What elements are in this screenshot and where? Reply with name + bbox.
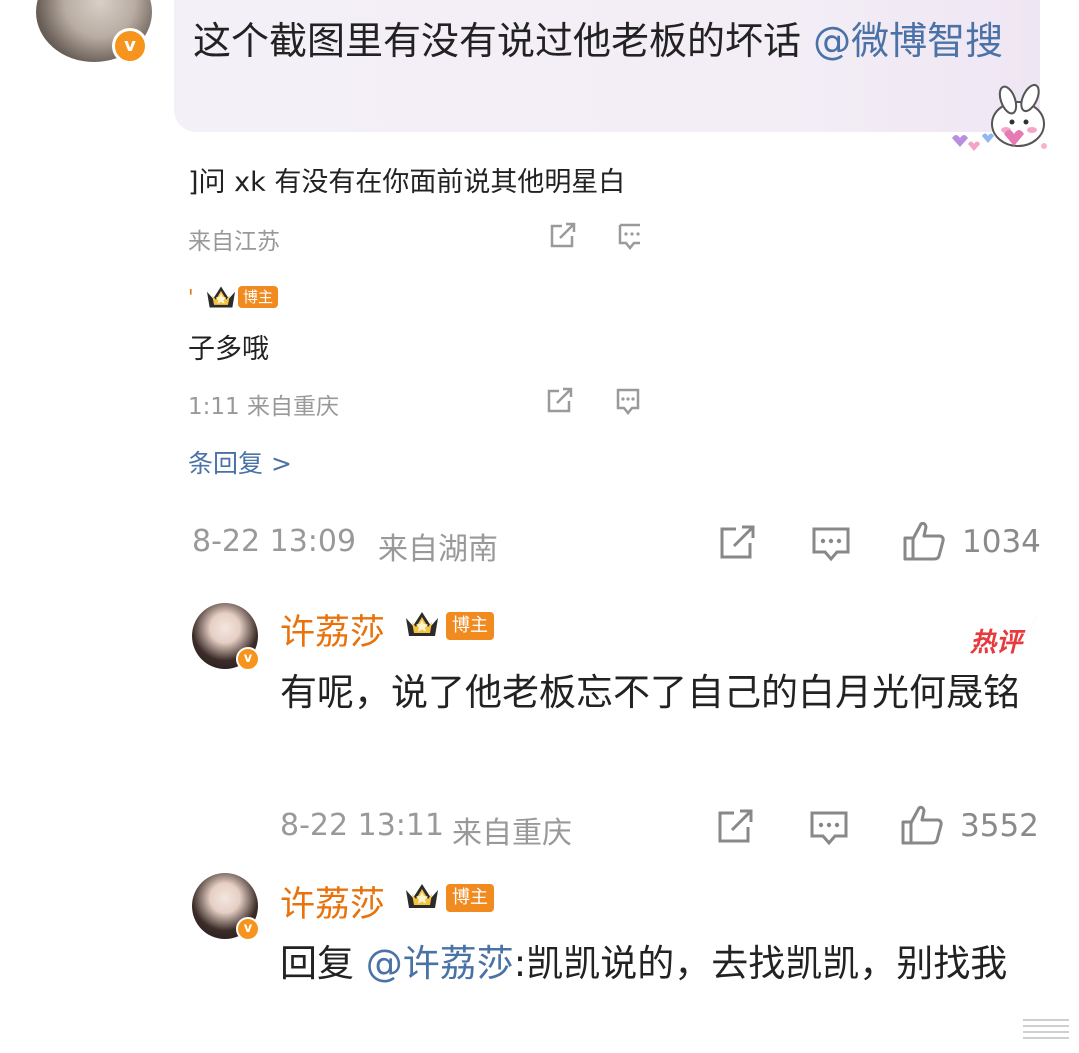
verified-badge: v: [236, 647, 260, 671]
reply-avatar[interactable]: v: [192, 873, 260, 941]
comment-icon[interactable]: [618, 222, 640, 250]
top-comment-mention[interactable]: @微博智搜: [813, 19, 1003, 63]
comment-icon[interactable]: [809, 810, 849, 846]
share-icon[interactable]: [548, 222, 578, 250]
top-comment-avatar[interactable]: v: [36, 0, 152, 64]
verified-badge: v: [236, 917, 260, 941]
verified-badge: v: [112, 28, 148, 64]
view-replies-link[interactable]: 条回复 >: [188, 444, 292, 480]
like-count: 1034: [962, 524, 1041, 560]
quoted-meta-location: 来自江苏: [188, 229, 280, 255]
reply-mention[interactable]: @许荔莎: [366, 942, 514, 985]
top-comment-body: 这个截图里有没有说过他老板的坏话: [193, 19, 814, 63]
hot-comment-badge: 热评: [968, 610, 1040, 662]
quoted-reply-text: 子多哦: [188, 334, 269, 365]
crown-icon: [207, 286, 235, 308]
like-count: 3552: [960, 808, 1039, 844]
crown-icon: [406, 612, 438, 636]
comment-icon[interactable]: [616, 387, 640, 415]
comment-time: 8-22 13:09: [192, 524, 357, 559]
share-icon[interactable]: [545, 387, 575, 415]
reply-username[interactable]: 许荔莎: [280, 604, 385, 655]
blogger-tag: 博主: [446, 612, 494, 640]
reply-body: :凯凯说的，去找凯凯，别找我: [513, 942, 1008, 985]
scroll-grip-icon[interactable]: [1019, 1014, 1073, 1042]
crown-icon: [406, 884, 438, 908]
top-comment-text: 这个截图里有没有说过他老板的坏话 @微博智搜: [193, 12, 1033, 70]
reply-avatar[interactable]: v: [192, 603, 260, 671]
reply-username[interactable]: 许荔莎: [280, 876, 385, 927]
quoted-username-fragment: ': [188, 285, 194, 309]
reply-prefix: 回复: [280, 942, 366, 985]
thumbs-up-icon[interactable]: [902, 520, 946, 562]
reply-text: 回复 @许荔莎:凯凯说的，去找凯凯，别找我: [280, 934, 1040, 994]
quoted-reply-meta: 1:11 来自重庆: [188, 394, 339, 420]
comment-icon[interactable]: [811, 526, 851, 562]
hot-comment-label: 热评: [970, 628, 1023, 658]
share-icon[interactable]: [718, 524, 758, 562]
quoted-comment-text: ]问 xk 有没有在你面前说其他明星白: [188, 167, 626, 198]
blogger-tag: 博主: [446, 884, 494, 912]
bunny-sticker-icon: [952, 84, 1047, 151]
reply-location: 来自重庆: [452, 816, 572, 851]
blogger-tag: 博主: [238, 286, 279, 308]
share-icon[interactable]: [716, 808, 756, 846]
thumbs-up-icon[interactable]: [900, 804, 944, 846]
reply-time: 8-22 13:11: [280, 808, 445, 843]
reply-text: 有呢，说了他老板忘不了自己的白月光何晟铭: [280, 671, 1020, 714]
comment-location: 来自湖南: [378, 532, 498, 567]
